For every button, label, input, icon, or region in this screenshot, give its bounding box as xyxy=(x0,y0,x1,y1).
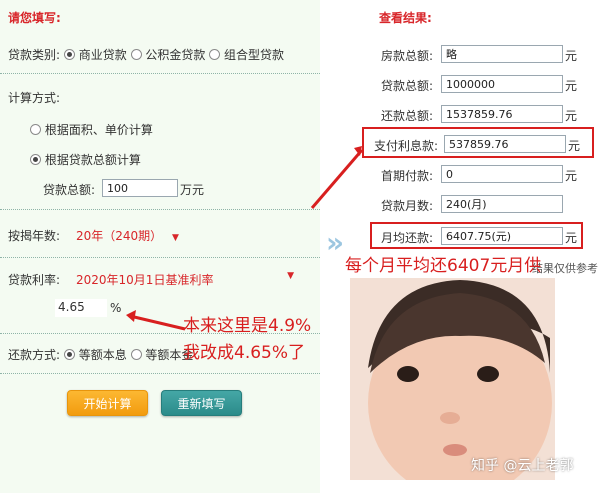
annotation-arrows xyxy=(126,146,364,331)
arrow-to-interest xyxy=(310,149,364,209)
arrow-to-rate xyxy=(129,314,186,331)
arrowhead-icon xyxy=(126,310,136,322)
